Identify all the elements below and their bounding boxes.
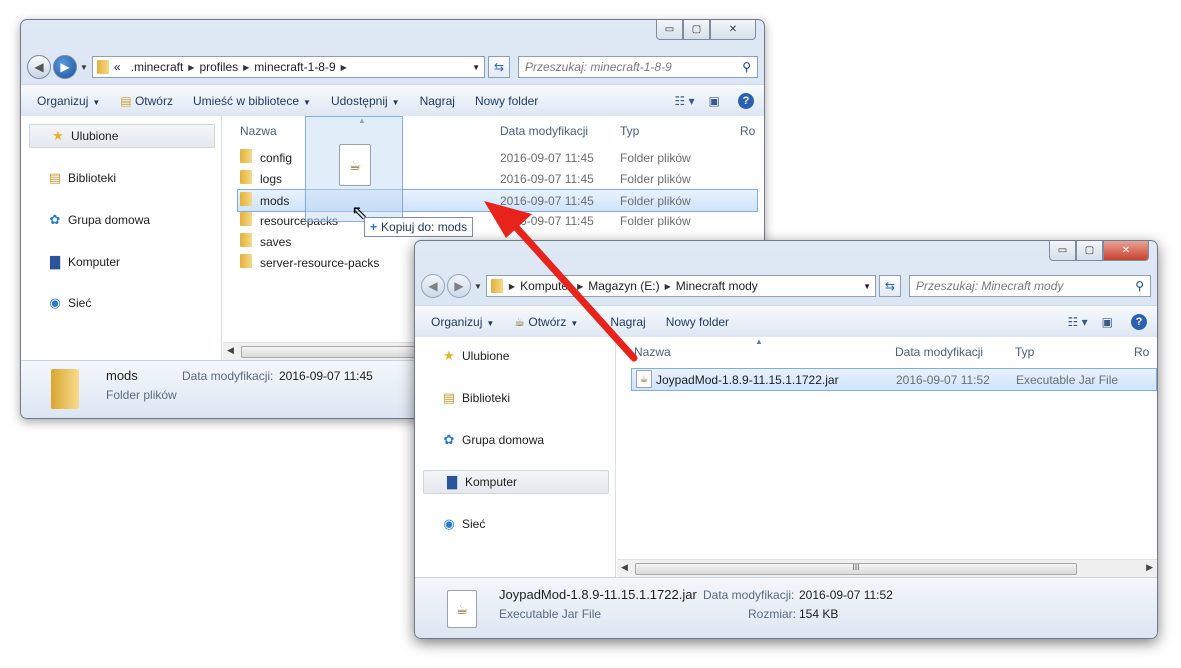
drag-direction-arrow (484, 201, 638, 362)
arrow-shaft (511, 222, 638, 362)
